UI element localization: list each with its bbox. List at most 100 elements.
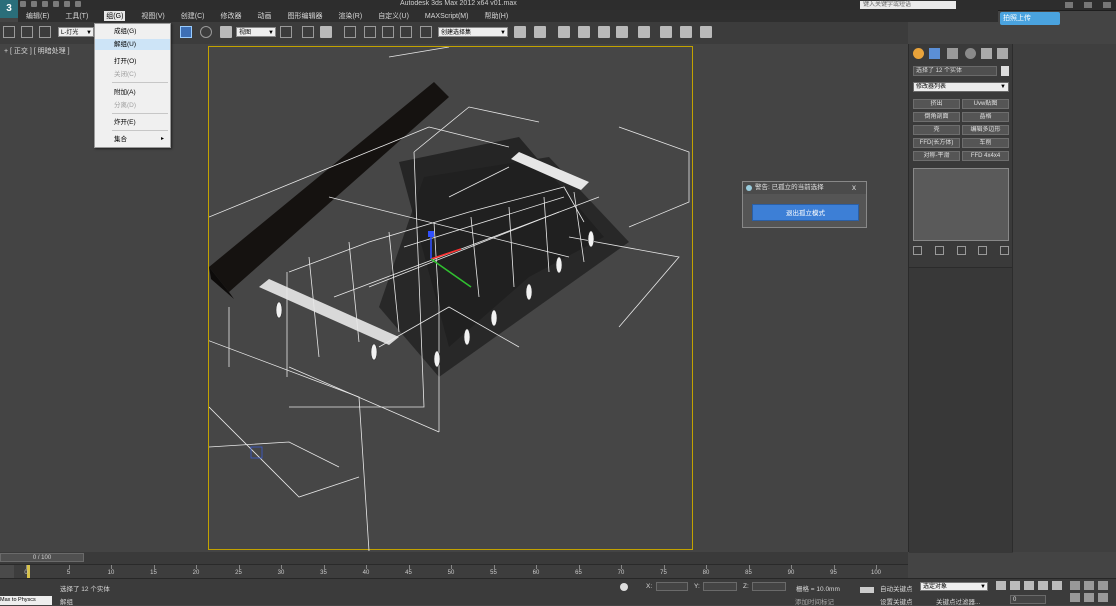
- menu-views[interactable]: 视图(V): [141, 11, 164, 21]
- goto-start-icon[interactable]: [996, 581, 1006, 590]
- select-rotate-icon[interactable]: [200, 26, 212, 38]
- modifier-button-lattice[interactable]: 晶格: [962, 112, 1009, 122]
- close-icon[interactable]: x: [852, 182, 856, 193]
- lock-selection-icon[interactable]: [620, 583, 628, 591]
- app-logo-icon[interactable]: 3: [0, 0, 18, 18]
- key-icon[interactable]: [860, 587, 874, 593]
- play-icon[interactable]: [1024, 581, 1034, 590]
- x-coord-field[interactable]: [656, 582, 688, 591]
- menu-customize[interactable]: 自定义(U): [378, 11, 409, 21]
- motion-tab-icon[interactable]: [965, 48, 976, 59]
- material-editor-icon[interactable]: [638, 26, 650, 38]
- render-production-icon[interactable]: [700, 26, 712, 38]
- new-file-icon[interactable]: [20, 1, 26, 7]
- configure-sets-icon[interactable]: [1000, 246, 1009, 255]
- upload-button[interactable]: 拍照上传: [1000, 12, 1060, 25]
- modifier-button-shell[interactable]: 壳: [913, 125, 960, 135]
- show-end-result-icon[interactable]: [934, 246, 944, 255]
- pan-view-icon[interactable]: [1084, 593, 1094, 602]
- modifier-button-uvw-map[interactable]: Uvw贴图: [962, 99, 1009, 109]
- select-move-icon[interactable]: [180, 26, 192, 38]
- modifier-button-ffd-444[interactable]: FFD 4x4x4: [962, 151, 1009, 161]
- key-mode-select[interactable]: 选定对象 ▼: [920, 582, 988, 591]
- open-file-icon[interactable]: [31, 1, 37, 7]
- curve-editor-icon[interactable]: [598, 26, 610, 38]
- display-tab-icon[interactable]: [981, 48, 992, 59]
- remove-modifier-icon[interactable]: [978, 246, 988, 255]
- menu-group[interactable]: 组(G): [104, 11, 126, 21]
- menu-item-assembly[interactable]: 集合 ▸: [95, 134, 170, 145]
- menu-maxscript[interactable]: MAXScript(M): [425, 13, 469, 20]
- menu-graph-editors[interactable]: 图形编辑器: [287, 11, 322, 21]
- exit-isolation-button[interactable]: 退出孤立模式: [752, 204, 859, 221]
- next-frame-icon[interactable]: [1038, 581, 1048, 590]
- rendered-frame-icon[interactable]: [680, 26, 692, 38]
- menu-tools[interactable]: 工具(T): [65, 11, 88, 21]
- orbit-icon[interactable]: [1098, 593, 1108, 602]
- graphite-tools-icon[interactable]: [578, 26, 590, 38]
- spinner-snap-icon[interactable]: [400, 26, 412, 38]
- reference-coord-select[interactable]: 视图 ▼: [236, 27, 276, 37]
- modifier-button-bevel-profile[interactable]: 倒角剖面: [913, 112, 960, 122]
- edit-named-selection-icon[interactable]: [420, 26, 432, 38]
- menu-item-group[interactable]: 成组(G): [95, 26, 170, 37]
- time-slider[interactable]: 0 / 100: [0, 553, 84, 562]
- angle-snap-icon[interactable]: [364, 26, 376, 38]
- modifier-button-lathe[interactable]: 车削: [962, 138, 1009, 148]
- modifier-list-select[interactable]: 修改器列表 ▼: [913, 82, 1009, 92]
- layer-manager-icon[interactable]: [558, 26, 570, 38]
- active-viewport[interactable]: [208, 46, 693, 551]
- named-selection-select[interactable]: 创建选择集 ▼: [438, 27, 508, 37]
- save-file-icon[interactable]: [42, 1, 48, 7]
- modifier-button-ffd-box[interactable]: FFD(长方体): [913, 138, 960, 148]
- make-unique-icon[interactable]: [956, 246, 966, 255]
- modifier-stack-list[interactable]: [913, 168, 1009, 241]
- mirror-icon[interactable]: [514, 26, 526, 38]
- project-folder-icon[interactable]: [75, 1, 81, 7]
- keyboard-shortcut-icon[interactable]: [320, 26, 332, 38]
- mini-curve-editor-icon[interactable]: [0, 565, 14, 578]
- maximize-icon[interactable]: [1083, 2, 1092, 8]
- key-filters-button[interactable]: 关键点过滤器...: [936, 596, 980, 606]
- percent-snap-icon[interactable]: [382, 26, 394, 38]
- menu-edit[interactable]: 编辑(E): [26, 11, 49, 21]
- modify-tab-icon[interactable]: [929, 48, 940, 59]
- goto-end-icon[interactable]: [1052, 581, 1062, 590]
- selection-filter-select[interactable]: L-灯光 ▼: [58, 27, 94, 37]
- frame-field[interactable]: 0: [1010, 595, 1046, 604]
- menu-animation[interactable]: 动画: [257, 11, 271, 21]
- minimize-icon[interactable]: [1065, 2, 1074, 8]
- z-coord-field[interactable]: [752, 582, 786, 591]
- menu-item-open[interactable]: 打开(O): [95, 56, 170, 67]
- search-input[interactable]: 键入关键字或短语: [860, 1, 956, 9]
- field-of-view-icon[interactable]: [1070, 593, 1080, 602]
- select-manipulate-icon[interactable]: [302, 26, 314, 38]
- menu-item-detach[interactable]: 分离(D): [95, 100, 170, 111]
- hierarchy-tab-icon[interactable]: [947, 48, 958, 59]
- menu-modifiers[interactable]: 修改器: [220, 11, 241, 21]
- undo-icon[interactable]: [53, 1, 59, 7]
- add-time-tag[interactable]: 添加时间标记: [795, 596, 834, 606]
- redo-icon[interactable]: [64, 1, 70, 7]
- render-setup-icon[interactable]: [660, 26, 672, 38]
- pin-stack-icon[interactable]: [913, 246, 922, 255]
- menu-item-close[interactable]: 关闭(C): [95, 69, 170, 80]
- y-coord-field[interactable]: [703, 582, 737, 591]
- pivot-center-icon[interactable]: [280, 26, 292, 38]
- zoom-extents-icon[interactable]: [1098, 581, 1108, 590]
- close-icon[interactable]: [1102, 2, 1111, 8]
- utilities-tab-icon[interactable]: [997, 48, 1008, 59]
- menu-help[interactable]: 帮助(H): [484, 11, 508, 21]
- menu-item-attach[interactable]: 附加(A): [95, 87, 170, 98]
- snaps-toggle-icon[interactable]: [344, 26, 356, 38]
- zoom-icon[interactable]: [1070, 581, 1080, 590]
- prev-frame-icon[interactable]: [1010, 581, 1020, 590]
- menu-rendering[interactable]: 渲染(R): [338, 11, 362, 21]
- modifier-button-symmetry-smooth[interactable]: 对称-平滑: [913, 151, 960, 161]
- menu-item-ungroup[interactable]: 解组(U): [95, 39, 170, 50]
- align-icon[interactable]: [534, 26, 546, 38]
- object-color-swatch[interactable]: [1001, 66, 1009, 76]
- menu-create[interactable]: 创建(C): [181, 11, 205, 21]
- link-icon[interactable]: [3, 26, 15, 38]
- schematic-view-icon[interactable]: [616, 26, 628, 38]
